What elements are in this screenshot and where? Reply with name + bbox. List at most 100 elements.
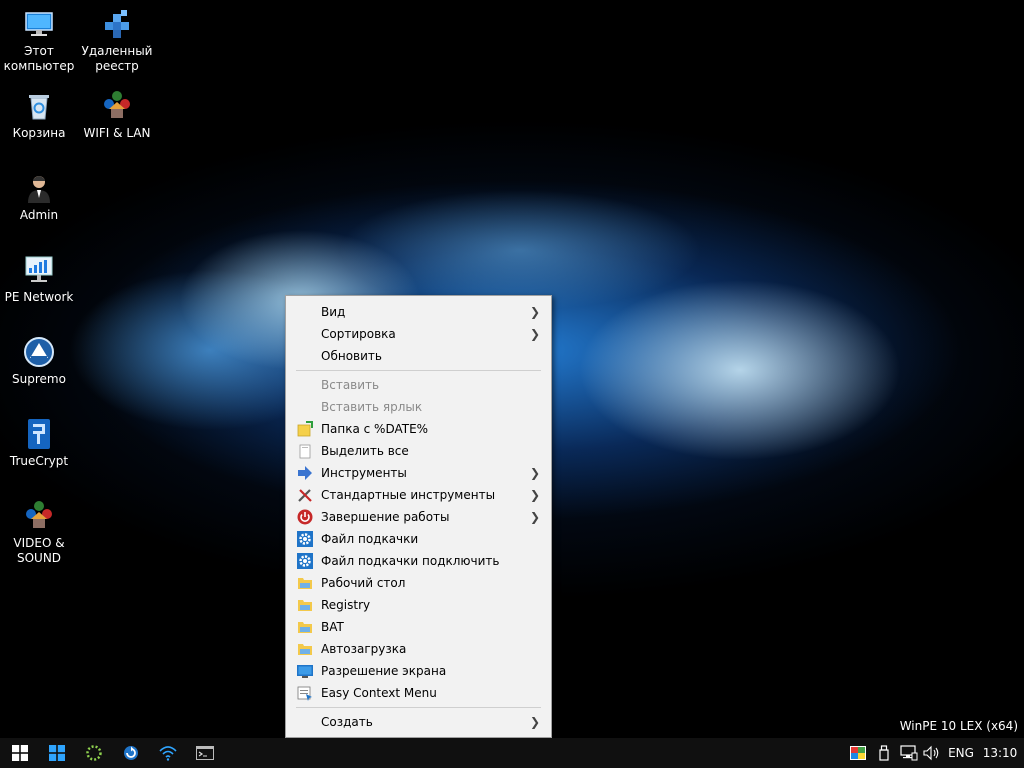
- menu-item-view[interactable]: Вид ❯: [288, 301, 549, 323]
- tray-color-palette[interactable]: [846, 738, 870, 768]
- desktop-icon-pe-network[interactable]: PE Network: [0, 254, 78, 305]
- taskbar-loader[interactable]: [74, 738, 114, 768]
- menu-item-label: Вставить ярлык: [321, 400, 423, 414]
- tray-network[interactable]: [897, 738, 921, 768]
- menu-item-label: Автозагрузка: [321, 642, 407, 656]
- power-icon: [297, 509, 313, 525]
- color-palette-icon: [850, 746, 866, 760]
- refresh-app-icon: [124, 746, 138, 760]
- gear-icon: [297, 531, 313, 547]
- menu-item-label: Завершение работы: [321, 510, 450, 524]
- desktop-icon-video-sound[interactable]: VIDEO & SOUND: [0, 500, 78, 566]
- menu-item-select-all[interactable]: Выделить все: [288, 440, 549, 462]
- desktop-context-menu: Вид ❯ Сортировка ❯ Обновить Вставить Вст…: [285, 295, 552, 738]
- menu-item-shutdown[interactable]: Завершение работы ❯: [288, 506, 549, 528]
- menu-item-label: Рабочий стол: [321, 576, 406, 590]
- windows-store-icon: [49, 745, 65, 761]
- usb-drive-icon: [879, 745, 889, 761]
- volume-icon: [923, 745, 939, 761]
- menu-item-tools[interactable]: Инструменты ❯: [288, 462, 549, 484]
- taskbar: ENG 13:10: [0, 738, 1024, 768]
- chevron-right-icon: ❯: [529, 466, 540, 480]
- menu-item-autostart-folder[interactable]: Автозагрузка: [288, 638, 549, 660]
- desktop-icon-label: Корзина: [12, 126, 66, 140]
- folder-icon: [298, 578, 312, 589]
- command-prompt-icon: [196, 746, 214, 760]
- menu-item-label: Обновить: [321, 349, 382, 363]
- tray-volume[interactable]: [921, 738, 943, 768]
- remote-registry-icon: [105, 10, 129, 38]
- chevron-right-icon: ❯: [529, 715, 540, 729]
- menu-item-label: Файл подкачки подключить: [321, 554, 500, 568]
- menu-item-sort[interactable]: Сортировка ❯: [288, 323, 549, 345]
- easy-context-menu-icon: [297, 686, 312, 701]
- taskbar-refresh-app[interactable]: [111, 738, 151, 768]
- menu-item-label: Папка с %DATE%: [321, 422, 429, 436]
- menu-item-label: Registry: [321, 598, 371, 612]
- chevron-right-icon: ❯: [529, 305, 540, 319]
- tray-clock[interactable]: 13:10: [980, 738, 1020, 768]
- menu-item-paste[interactable]: Вставить: [288, 374, 549, 396]
- menu-item-registry-folder[interactable]: Registry: [288, 594, 549, 616]
- desktop-icon-wifi-lan[interactable]: WIFI & LAN: [78, 90, 156, 141]
- menu-item-new[interactable]: Создать ❯: [288, 711, 549, 733]
- menu-item-bat-folder[interactable]: BAT: [288, 616, 549, 638]
- chevron-right-icon: ❯: [529, 327, 540, 341]
- taskbar-command-prompt[interactable]: [185, 738, 225, 768]
- menu-item-label: Инструменты: [321, 466, 407, 480]
- loading-circle-icon: [86, 745, 102, 761]
- recycle-bin-icon: [29, 95, 49, 120]
- truecrypt-icon: [28, 419, 50, 449]
- menu-item-label: Файл подкачки: [321, 532, 419, 546]
- menu-item-label: Стандартные инструменты: [321, 488, 496, 502]
- menu-item-refresh[interactable]: Обновить: [288, 345, 549, 367]
- start-button-icon: [12, 745, 28, 761]
- video-sound-icon: [26, 501, 52, 528]
- tray-language[interactable]: ENG: [945, 738, 977, 768]
- desktop-icon-supremo[interactable]: Supremo: [0, 336, 78, 387]
- new-folder-icon: [297, 421, 313, 437]
- monitor-icon: [297, 665, 313, 678]
- menu-item-pagefile-connect[interactable]: Файл подкачки подключить: [288, 550, 549, 572]
- menu-item-paste-shortcut[interactable]: Вставить ярлык: [288, 396, 549, 418]
- menu-item-screen-resolution[interactable]: Разрешение экрана: [288, 660, 549, 682]
- tools-arrow-icon: [298, 466, 312, 480]
- menu-item-folder-date[interactable]: Папка с %DATE%: [288, 418, 549, 440]
- taskbar-wifi[interactable]: [148, 738, 188, 768]
- menu-separator: [296, 370, 541, 371]
- menu-item-standard-tools[interactable]: Стандартные инструменты ❯: [288, 484, 549, 506]
- tray-usb-drive[interactable]: [872, 738, 896, 768]
- menu-item-label: BAT: [321, 620, 344, 634]
- wifi-icon: [159, 746, 177, 761]
- desktop-icon-truecrypt[interactable]: TrueCrypt: [0, 418, 78, 469]
- menu-item-label: Создать: [321, 715, 373, 729]
- menu-separator: [296, 707, 541, 708]
- chevron-right-icon: ❯: [529, 510, 540, 524]
- desktop-icon-label: VIDEO & SOUND: [13, 536, 65, 565]
- folder-icon: [298, 622, 312, 633]
- desktop-icon-label: Admin: [19, 208, 59, 222]
- computer-icon: [25, 12, 53, 36]
- select-all-icon: [299, 444, 311, 459]
- desktop-icon-admin[interactable]: Admin: [0, 172, 78, 223]
- desktop-icon-this-pc[interactable]: Этот компьютер: [0, 8, 78, 74]
- desktop-icon-label: PE Network: [4, 290, 74, 304]
- menu-item-pagefile[interactable]: Файл подкачки: [288, 528, 549, 550]
- desktop-icon-remote-registry[interactable]: Удаленный реестр: [78, 8, 156, 74]
- network-icon: [900, 745, 918, 761]
- menu-item-label: Вставить: [321, 378, 380, 392]
- supremo-icon: [24, 337, 54, 367]
- desktop-icon-label: TrueCrypt: [9, 454, 69, 468]
- menu-item-easy-context-menu[interactable]: Easy Context Menu: [288, 682, 549, 704]
- menu-item-desktop-folder[interactable]: Рабочий стол: [288, 572, 549, 594]
- wrench-screwdriver-icon: [298, 489, 312, 502]
- chevron-right-icon: ❯: [529, 488, 540, 502]
- folder-icon: [298, 644, 312, 655]
- gear-icon: [297, 553, 313, 569]
- os-version-watermark: WinPE 10 LEX (x64): [899, 719, 1018, 733]
- taskbar-windows-store[interactable]: [37, 738, 77, 768]
- desktop-icon-recycle-bin[interactable]: Корзина: [0, 90, 78, 141]
- menu-item-label: Вид: [321, 305, 346, 319]
- start-button[interactable]: [0, 738, 40, 768]
- menu-item-label: Сортировка: [321, 327, 396, 341]
